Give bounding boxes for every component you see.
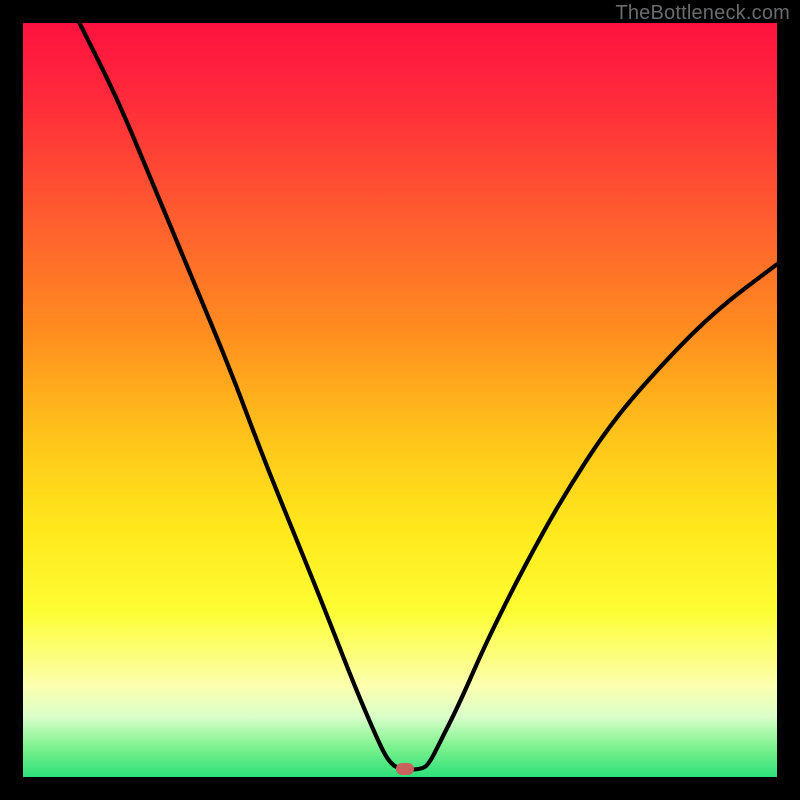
chart-stage: TheBottleneck.com (0, 0, 800, 800)
plot-area (23, 23, 777, 777)
bottleneck-curve (23, 23, 777, 777)
minimum-marker (396, 763, 414, 775)
watermark-text: TheBottleneck.com (615, 2, 790, 25)
